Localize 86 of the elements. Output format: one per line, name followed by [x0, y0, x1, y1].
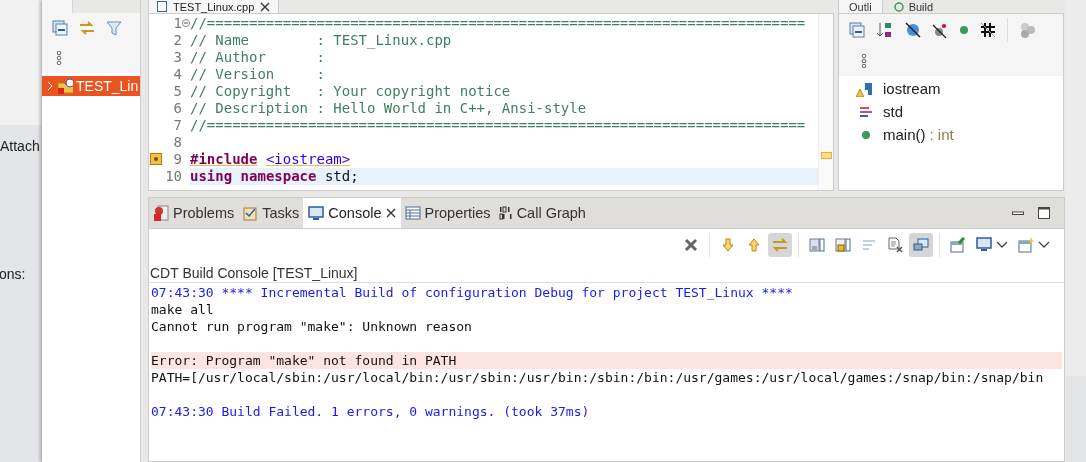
up-arrow-icon — [746, 237, 762, 253]
collapse-all-icon[interactable] — [849, 22, 865, 38]
binary-digits-icon — [498, 206, 513, 220]
remove-icon — [683, 237, 699, 253]
editor-tab[interactable]: TEST_Linux.cpp — [148, 0, 280, 13]
outline-item-name: iostream — [883, 80, 941, 97]
view-tab[interactable]: Tasks — [238, 198, 304, 228]
console-line: make all — [151, 301, 215, 318]
line-number: 4 — [172, 65, 182, 82]
line-number: 3 — [172, 48, 182, 65]
link-arrows-icon — [772, 237, 788, 253]
build-icon — [893, 1, 904, 12]
view-tab[interactable]: Outli — [838, 0, 883, 13]
table-icon — [404, 205, 421, 221]
problems-icon — [153, 205, 169, 221]
view-tab[interactable]: Properties — [400, 198, 495, 228]
line-number: 7 — [172, 116, 182, 133]
collapse-all-icon[interactable] — [52, 20, 68, 36]
editor-tab-title: TEST_Linux.cpp — [173, 0, 255, 13]
line-number: 6 — [172, 99, 182, 116]
link-arrows-icon[interactable] — [78, 20, 96, 36]
return-type: : int — [929, 126, 954, 143]
clear-console-icon — [887, 237, 903, 253]
fold-toggle-icon[interactable] — [182, 18, 190, 27]
view-tab[interactable]: Build — [882, 0, 945, 13]
line-number: 10 — [164, 167, 182, 184]
close-icon[interactable] — [260, 1, 271, 12]
hide-fields-icon[interactable] — [905, 22, 921, 38]
outline-item-name: main() — [883, 126, 926, 143]
outline-item[interactable]: main() : int — [839, 123, 1063, 146]
namespace-icon — [859, 105, 873, 118]
chevron-down-icon — [1038, 241, 1050, 249]
console-line: 07:43:30 **** Incremental Build of configuration Debug for project TEST_Linux **** — [151, 284, 794, 301]
console-output-icon — [913, 237, 929, 253]
outline-item[interactable]: std — [839, 100, 1063, 123]
hide-static-icon[interactable] — [932, 22, 948, 38]
console-output-button[interactable] — [909, 233, 933, 257]
group-icon[interactable] — [1019, 22, 1037, 38]
view-tab[interactable]: Console — [303, 198, 401, 228]
line-number: 5 — [172, 82, 182, 99]
scroll-lock-icon — [835, 237, 851, 253]
project-name: TEST_Lin — [76, 78, 139, 94]
view-menu-icon[interactable] — [56, 51, 62, 65]
view-tab[interactable]: Problems — [149, 198, 239, 228]
code-line: // Name : TEST_Linux.cpp — [190, 32, 453, 49]
view-menu-icon[interactable] — [861, 54, 867, 68]
function-icon — [859, 129, 873, 140]
save-log-icon — [809, 237, 825, 253]
pin-icon — [950, 237, 966, 253]
view-tab[interactable]: Call Graph — [494, 198, 590, 228]
line-number: 9 — [172, 150, 182, 167]
sort-icon[interactable] — [876, 21, 894, 39]
outline-item[interactable]: iostream — [839, 77, 1063, 100]
code-line: //======================================================================= — [190, 15, 807, 32]
close-icon[interactable] — [385, 208, 396, 218]
code-line: // Version : — [190, 66, 326, 83]
project-folder-icon — [57, 78, 73, 94]
code-line: // Copyright : Your copyright notice — [190, 83, 512, 100]
code-line: //======================================================================= — [190, 117, 807, 134]
code-line: // Description : Hello World in C++, Ansi-style — [190, 100, 588, 117]
chevron-down-icon — [996, 241, 1008, 249]
overview-warning-marker[interactable] — [821, 152, 832, 159]
console-line: 07:43:30 Build Failed. 1 errors, 0 warnings. (took 37ms) — [151, 403, 591, 420]
new-console-icon — [1018, 237, 1034, 253]
line-number: 2 — [172, 31, 182, 48]
code-line: #include <iostream> — [190, 151, 352, 168]
console-icon — [308, 205, 325, 221]
clipboard-icon — [242, 205, 259, 221]
monitor-icon — [976, 237, 992, 253]
line-number: 8 — [172, 133, 182, 150]
filter-icon[interactable] — [106, 20, 122, 36]
line-number: 1 — [172, 14, 182, 31]
console-line: PATH=[/usr/local/sbin:/usr/local/bin:/usr/sbin:/usr/bin:/sbin:/bin:/usr/games:/usr/local/games:/snap/bin:/snap/bin — [151, 369, 1045, 386]
maximize-icon[interactable] — [1038, 207, 1050, 219]
code-line: // Author : — [190, 49, 326, 66]
dot-icon[interactable] — [959, 25, 969, 35]
down-arrow-icon — [720, 237, 736, 253]
warning-marker-icon[interactable] — [149, 152, 162, 165]
outline-item-name: std — [883, 103, 903, 120]
console-title: CDT Build Console [TEST_Linux] — [149, 261, 1064, 283]
project-tree-item[interactable]: TEST_Lin — [42, 76, 140, 96]
word-wrap-icon — [861, 237, 877, 253]
background-text: Attach — [0, 138, 41, 154]
hide-macro-icon[interactable] — [980, 22, 996, 38]
console-line: Cannot run program "make": Unknown reason — [151, 318, 473, 335]
background-text: ons: — [0, 266, 27, 282]
